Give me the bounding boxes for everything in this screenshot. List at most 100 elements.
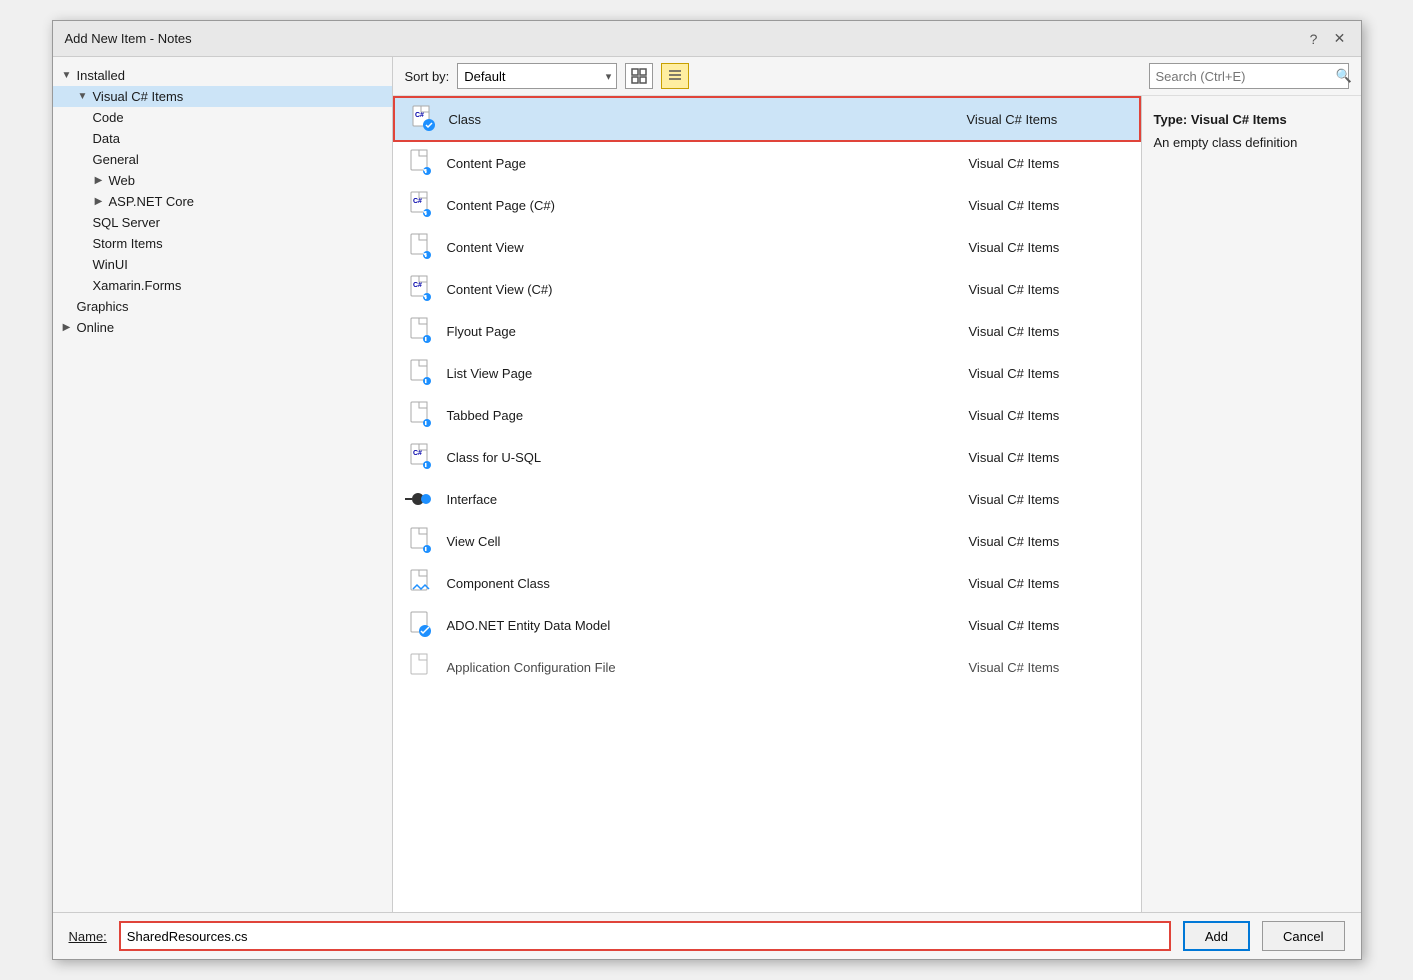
sidebar-item-graphics[interactable]: Graphics — [53, 296, 392, 317]
item-category-usql: Visual C# Items — [969, 450, 1129, 465]
sidebar-item-aspnet[interactable]: ▶ ASP.NET Core — [53, 191, 392, 212]
item-category-tabbed: Visual C# Items — [969, 408, 1129, 423]
item-category-content-page-cs: Visual C# Items — [969, 198, 1129, 213]
item-category-content-view: Visual C# Items — [969, 240, 1129, 255]
sidebar-item-label-sql: SQL Server — [93, 215, 160, 230]
toolbar: Sort by: Default Name Type — [393, 57, 1361, 96]
name-input[interactable] — [119, 921, 1171, 951]
item-category-appconfig: Visual C# Items — [969, 660, 1129, 675]
sidebar-item-label-web: Web — [109, 173, 136, 188]
listview-icon — [405, 357, 437, 389]
add-new-item-dialog: Add New Item - Notes ? ✕ ▼ Installed ▼ V… — [52, 20, 1362, 960]
list-item-ado[interactable]: ADO.NET Entity Data Model Visual C# Item… — [393, 604, 1141, 646]
item-name-content-view: Content View — [447, 240, 959, 255]
content-page-icon — [405, 147, 437, 179]
tabbed-icon — [405, 399, 437, 431]
info-panel: Type: Visual C# Items An empty class def… — [1141, 96, 1361, 912]
search-input[interactable] — [1156, 69, 1332, 84]
list-item-tabbed[interactable]: Tabbed Page Visual C# Items — [393, 394, 1141, 436]
component-icon — [405, 567, 437, 599]
search-box[interactable]: 🔍 — [1149, 63, 1349, 89]
sidebar-item-label-winui: WinUI — [93, 257, 128, 272]
sidebar-item-label-aspnet: ASP.NET Core — [109, 194, 195, 209]
svg-text:C#: C# — [415, 112, 424, 119]
content-page-cs-icon: C# — [405, 189, 437, 221]
flyout-icon — [405, 315, 437, 347]
add-button[interactable]: Add — [1183, 921, 1250, 951]
sidebar-item-general[interactable]: General — [53, 149, 392, 170]
sidebar-item-label-xamarin: Xamarin.Forms — [93, 278, 182, 293]
info-description: An empty class definition — [1154, 135, 1349, 150]
viewcell-icon — [405, 525, 437, 557]
sidebar-item-web[interactable]: ▶ Web — [53, 170, 392, 191]
list-item-content-page-cs[interactable]: C# Content Page (C#) Visual C# Items — [393, 184, 1141, 226]
list-item-content-view-cs[interactable]: C# Content View (C#) Visual C# Items — [393, 268, 1141, 310]
installed-expand-icon: ▼ — [61, 70, 73, 82]
dialog-body: ▼ Installed ▼ Visual C# Items Code Data … — [53, 57, 1361, 912]
sidebar-item-winui[interactable]: WinUI — [53, 254, 392, 275]
list-item-viewcell[interactable]: View Cell Visual C# Items — [393, 520, 1141, 562]
sort-select-wrapper[interactable]: Default Name Type — [457, 63, 617, 89]
svg-text:C#: C# — [413, 198, 422, 205]
sidebar-item-online[interactable]: ▶ Online — [53, 317, 392, 338]
sort-label: Sort by: — [405, 69, 450, 84]
item-name-tabbed: Tabbed Page — [447, 408, 959, 423]
name-label: Name: — [69, 929, 107, 944]
item-name-interface: Interface — [447, 492, 959, 507]
help-button[interactable]: ? — [1305, 30, 1323, 48]
type-value: Visual C# Items — [1191, 112, 1287, 127]
list-item-flyout[interactable]: Flyout Page Visual C# Items — [393, 310, 1141, 352]
sidebar-item-label-online: Online — [77, 320, 115, 335]
item-category-content-view-cs: Visual C# Items — [969, 282, 1129, 297]
installed-header[interactable]: ▼ Installed — [53, 65, 392, 86]
list-item-appconfig[interactable]: Application Configuration File Visual C#… — [393, 646, 1141, 688]
sidebar-item-storm[interactable]: Storm Items — [53, 233, 392, 254]
interface-icon — [405, 483, 437, 515]
item-name-viewcell: View Cell — [447, 534, 959, 549]
item-category-content-page: Visual C# Items — [969, 156, 1129, 171]
item-name-content-view-cs: Content View (C#) — [447, 282, 959, 297]
list-item-usql[interactable]: C# Class for U-SQL Visual C# Items — [393, 436, 1141, 478]
list-view-button[interactable] — [661, 63, 689, 89]
installed-label: Installed — [77, 68, 125, 83]
grid-view-button[interactable] — [625, 63, 653, 89]
sidebar-item-label-general: General — [93, 152, 139, 167]
grid-icon — [631, 68, 647, 84]
type-label: Type: — [1154, 112, 1188, 127]
sidebar-item-code[interactable]: Code — [53, 107, 392, 128]
item-category-listview: Visual C# Items — [969, 366, 1129, 381]
sort-select[interactable]: Default Name Type — [457, 63, 617, 89]
list-item-component[interactable]: Component Class Visual C# Items — [393, 562, 1141, 604]
usql-icon: C# — [405, 441, 437, 473]
list-item-content-view[interactable]: Content View Visual C# Items — [393, 226, 1141, 268]
item-category-interface: Visual C# Items — [969, 492, 1129, 507]
sidebar-item-sql[interactable]: SQL Server — [53, 212, 392, 233]
sidebar-item-visual-cs[interactable]: ▼ Visual C# Items — [53, 86, 392, 107]
visual-cs-expand-icon: ▼ — [77, 91, 89, 103]
search-icon: 🔍 — [1336, 68, 1352, 84]
title-bar: Add New Item - Notes ? ✕ — [53, 21, 1361, 57]
cancel-button[interactable]: Cancel — [1262, 921, 1344, 951]
close-button[interactable]: ✕ — [1331, 30, 1349, 48]
item-name-flyout: Flyout Page — [447, 324, 959, 339]
list-item-interface[interactable]: Interface Visual C# Items — [393, 478, 1141, 520]
left-panel: ▼ Installed ▼ Visual C# Items Code Data … — [53, 57, 393, 912]
sidebar-item-xamarin[interactable]: Xamarin.Forms — [53, 275, 392, 296]
web-expand-icon: ▶ — [93, 175, 105, 187]
sidebar-item-label-data: Data — [93, 131, 120, 146]
title-bar-buttons: ? ✕ — [1305, 30, 1349, 48]
list-item-listview[interactable]: List View Page Visual C# Items — [393, 352, 1141, 394]
items-container: C# Class Visual C# Items — [393, 96, 1141, 912]
list-item-class[interactable]: C# Class Visual C# Items — [393, 96, 1141, 142]
item-name-content-page: Content Page — [447, 156, 959, 171]
content-view-icon — [405, 231, 437, 263]
info-type-line: Type: Visual C# Items — [1154, 112, 1349, 127]
item-name-ado: ADO.NET Entity Data Model — [447, 618, 959, 633]
svg-text:C#: C# — [413, 450, 422, 457]
item-name-component: Component Class — [447, 576, 959, 591]
sidebar-item-label-code: Code — [93, 110, 124, 125]
sidebar-item-data[interactable]: Data — [53, 128, 392, 149]
aspnet-expand-icon: ▶ — [93, 196, 105, 208]
list-item-content-page[interactable]: Content Page Visual C# Items — [393, 142, 1141, 184]
class-icon: C# — [407, 103, 439, 135]
